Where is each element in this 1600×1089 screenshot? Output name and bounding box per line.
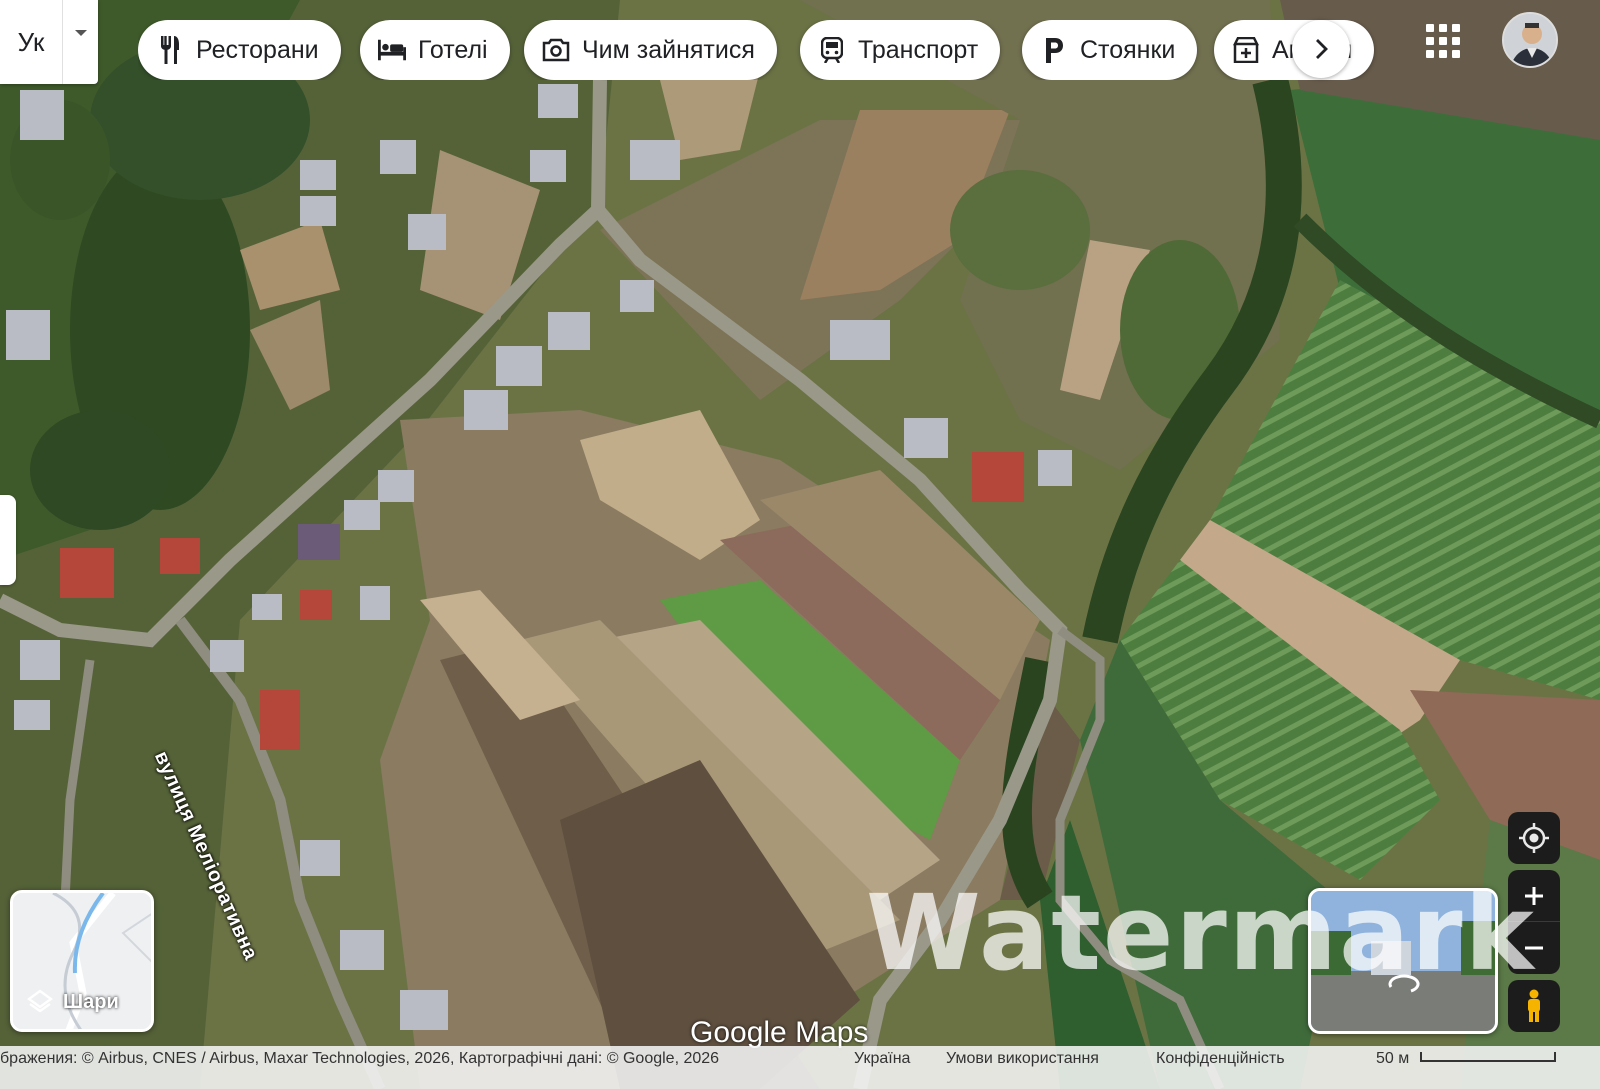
imagery-attribution: бражения: © Airbus, CNES / Airbus, Maxar… — [0, 1050, 720, 1067]
chip-restaurants[interactable]: Ресторани — [138, 20, 341, 80]
parking-icon — [1040, 36, 1068, 64]
search-box[interactable]: Ук — [0, 0, 98, 84]
hotel-icon — [378, 36, 406, 64]
my-location-button[interactable] — [1508, 812, 1560, 864]
chip-parking[interactable]: Стоянки — [1022, 20, 1198, 80]
pegman-icon — [1528, 989, 1540, 1022]
street-view-thumbnail[interactable] — [1308, 888, 1498, 1034]
restaurant-icon — [156, 36, 184, 64]
chevron-down-icon[interactable] — [62, 0, 98, 84]
chip-label: Стоянки — [1080, 35, 1176, 64]
chip-label: Ресторани — [196, 35, 319, 64]
zoom-out-button[interactable] — [1508, 922, 1560, 974]
privacy-link[interactable]: Конфіденційність — [1156, 1050, 1285, 1068]
chip-label: Транспорт — [858, 35, 979, 64]
google-maps-logo: Google Maps — [690, 1016, 869, 1049]
chip-transit[interactable]: Транспорт — [800, 20, 1001, 80]
layers-icon — [27, 989, 53, 1013]
layers-label: Шари — [27, 989, 119, 1015]
country-link[interactable]: Україна — [854, 1050, 910, 1068]
plus-icon — [1525, 886, 1543, 905]
street-view-preview — [1311, 891, 1495, 1031]
layers-button[interactable]: Шари — [10, 890, 154, 1032]
chevron-right-icon — [1316, 39, 1328, 59]
pegman-button[interactable] — [1508, 980, 1560, 1032]
terms-link[interactable]: Умови використання — [946, 1050, 1099, 1068]
zoom-controls — [1508, 870, 1560, 974]
attribution-bar: бражения: © Airbus, CNES / Airbus, Maxar… — [0, 1046, 1600, 1089]
transit-icon — [818, 36, 846, 64]
chip-label: Готелі — [418, 35, 488, 64]
camera-icon — [542, 36, 570, 64]
pharmacy-icon — [1232, 36, 1260, 64]
chip-things-to-do[interactable]: Чим зайнятися — [524, 20, 777, 80]
scale-bar[interactable] — [1420, 1052, 1556, 1062]
side-panel-toggle[interactable] — [0, 495, 16, 585]
chip-hotels[interactable]: Готелі — [360, 20, 510, 80]
layers-text: Шари — [63, 990, 119, 1013]
apps-grid-icon[interactable] — [1426, 24, 1460, 58]
chip-label: Чим зайнятися — [582, 35, 755, 64]
scale-label[interactable]: 50 м — [1376, 1050, 1409, 1068]
my-location-icon — [1519, 823, 1549, 853]
avatar[interactable] — [1502, 12, 1558, 68]
zoom-in-button[interactable] — [1508, 870, 1560, 922]
minus-icon — [1525, 946, 1543, 950]
search-input-text[interactable]: Ук — [0, 27, 62, 58]
chips-scroll-right-button[interactable] — [1292, 20, 1350, 78]
category-chips: Ресторани Готелі Чим зайнятися Транспорт… — [138, 20, 1378, 80]
